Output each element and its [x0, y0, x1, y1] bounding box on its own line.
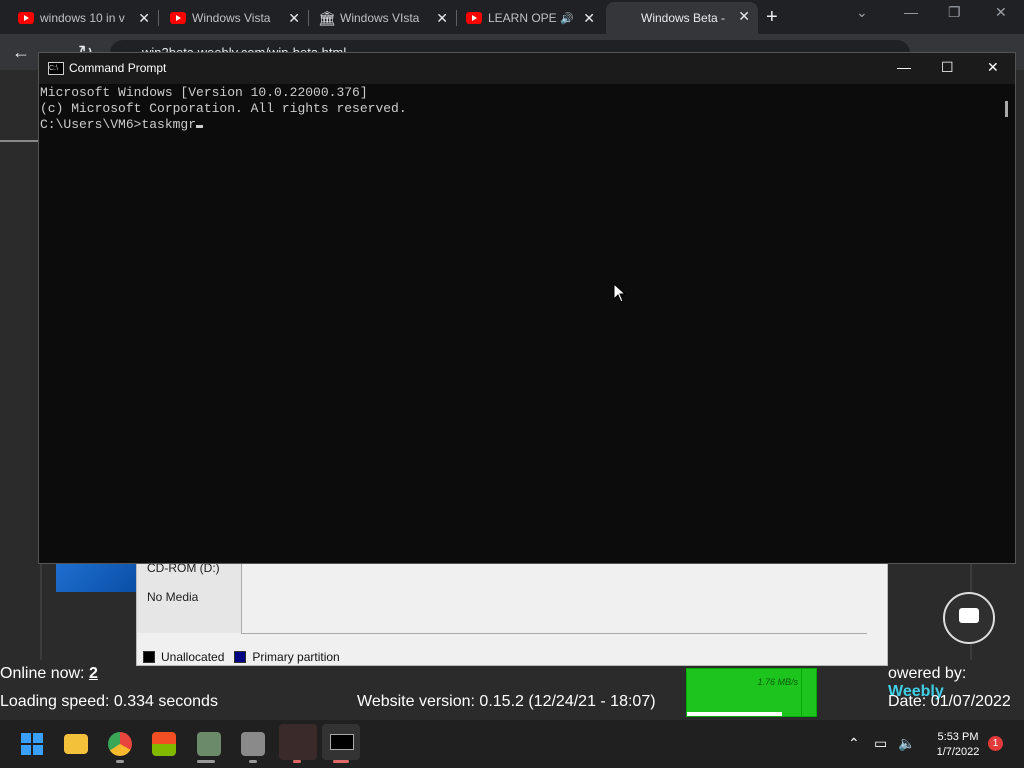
clock[interactable]: 5:53 PM 1/7/2022: [928, 730, 988, 760]
taskbar: [0, 720, 1024, 768]
mouse-pointer-icon: [613, 282, 627, 308]
tab-title: Windows Vista: [192, 11, 271, 25]
drive-status: No Media: [147, 590, 199, 604]
primary-partition-swatch: [234, 651, 247, 663]
console-line: (c) Microsoft Corporation. All rights re…: [40, 101, 407, 116]
back-icon[interactable]: ←: [12, 42, 30, 63]
close-tab-icon[interactable]: ✕: [436, 11, 448, 25]
app-active-icon[interactable]: [279, 724, 317, 760]
clock-time: 5:53 PM: [937, 731, 979, 743]
vm-icon[interactable]: [241, 732, 265, 756]
legend-label: Primary partition: [252, 650, 340, 664]
tab-title: Windows VIsta: [340, 11, 420, 25]
browser-tab-bar: windows 10 in v ✕ Windows Vista ✕ 🏛 Wind…: [0, 0, 1024, 34]
command-prompt-window[interactable]: C:\ Command Prompt — ☐ ✕ Microsoft Windo…: [38, 52, 1016, 564]
online-count: 2: [88, 665, 98, 682]
powered-label: owered by:: [888, 665, 967, 682]
console-line: Microsoft Windows [Version 10.0.22000.37…: [40, 85, 368, 100]
disk-legend: Unallocated Primary partition: [143, 650, 340, 664]
app-icon[interactable]: [197, 732, 221, 756]
tab-title: windows 10 in v: [40, 11, 125, 25]
console-output[interactable]: Microsoft Windows [Version 10.0.22000.37…: [40, 85, 990, 555]
widget-scroll[interactable]: [801, 669, 816, 716]
network-icon[interactable]: ▭: [874, 735, 887, 752]
start-icon[interactable]: [20, 732, 44, 756]
chrome-icon[interactable]: [108, 732, 132, 756]
unallocated-swatch: [143, 651, 155, 663]
legend-label: Unallocated: [161, 650, 225, 664]
windows-logo-image: [56, 562, 136, 592]
chat-icon[interactable]: [943, 592, 995, 644]
store-icon[interactable]: [152, 732, 176, 756]
terminal-icon[interactable]: [322, 724, 360, 760]
restore-icon[interactable]: ❐: [948, 4, 961, 21]
cmd-icon: C:\: [48, 62, 64, 75]
window-title-bar[interactable]: C:\ Command Prompt — ☐ ✕: [39, 53, 1015, 84]
audio-playing-icon[interactable]: 🔊: [560, 12, 574, 25]
minimize-icon[interactable]: —: [897, 59, 911, 75]
close-icon[interactable]: ✕: [987, 59, 999, 76]
tab-title: LEARN OPE: [488, 11, 557, 25]
online-now: Online now: 2: [0, 665, 98, 683]
close-tab-icon[interactable]: ✕: [583, 11, 595, 25]
volume-icon[interactable]: 🔈: [898, 735, 915, 752]
maximize-icon[interactable]: ☐: [941, 59, 954, 76]
disk-management-image: CD-ROM (D:) No Media Unallocated Primary…: [136, 561, 888, 666]
site-date: Date: 01/07/2022: [888, 693, 1011, 710]
net-rate: 1.76 MB/s: [757, 677, 798, 687]
online-label: Online now:: [0, 665, 85, 682]
notification-badge[interactable]: 1: [988, 736, 1003, 751]
tab-title: Windows Beta -: [641, 11, 726, 25]
text-cursor: [196, 125, 204, 128]
close-icon[interactable]: ✕: [995, 4, 1007, 21]
youtube-icon: [18, 12, 34, 24]
console-prompt-line: C:\Users\VM6>taskmgr: [40, 117, 197, 132]
tab-4[interactable]: LEARN OPE 🔊 ✕: [448, 4, 603, 32]
loading-speed: Loading speed: 0.334 seconds: [0, 693, 218, 710]
close-tab-icon[interactable]: ✕: [138, 11, 150, 25]
file-explorer-icon[interactable]: [64, 734, 88, 754]
website-version: Website version: 0.15.2 (12/24/21 - 18:0…: [357, 693, 656, 710]
tab-1[interactable]: windows 10 in v ✕: [0, 4, 158, 32]
close-tab-icon[interactable]: ✕: [288, 11, 300, 25]
clock-date: 1/7/2022: [936, 746, 980, 758]
divider: [0, 140, 38, 142]
tab-search-icon[interactable]: ⌄: [856, 4, 868, 21]
youtube-icon: [170, 12, 186, 24]
scrollbar-thumb[interactable]: [1005, 101, 1008, 117]
tab-active[interactable]: Windows Beta - ✕: [606, 2, 758, 34]
chevron-up-icon[interactable]: ⌃: [848, 735, 860, 752]
minimize-icon[interactable]: —: [904, 4, 918, 20]
close-tab-icon[interactable]: ✕: [738, 9, 750, 23]
tab-2[interactable]: Windows Vista ✕: [152, 4, 308, 32]
network-speed-widget[interactable]: 1.76 MB/s: [686, 668, 817, 717]
youtube-icon: [466, 12, 482, 24]
new-tab-icon[interactable]: +: [766, 6, 778, 29]
tab-3[interactable]: 🏛 Windows VIsta ✕: [300, 4, 456, 32]
museum-icon: 🏛: [318, 10, 336, 26]
window-title: Command Prompt: [69, 61, 167, 75]
